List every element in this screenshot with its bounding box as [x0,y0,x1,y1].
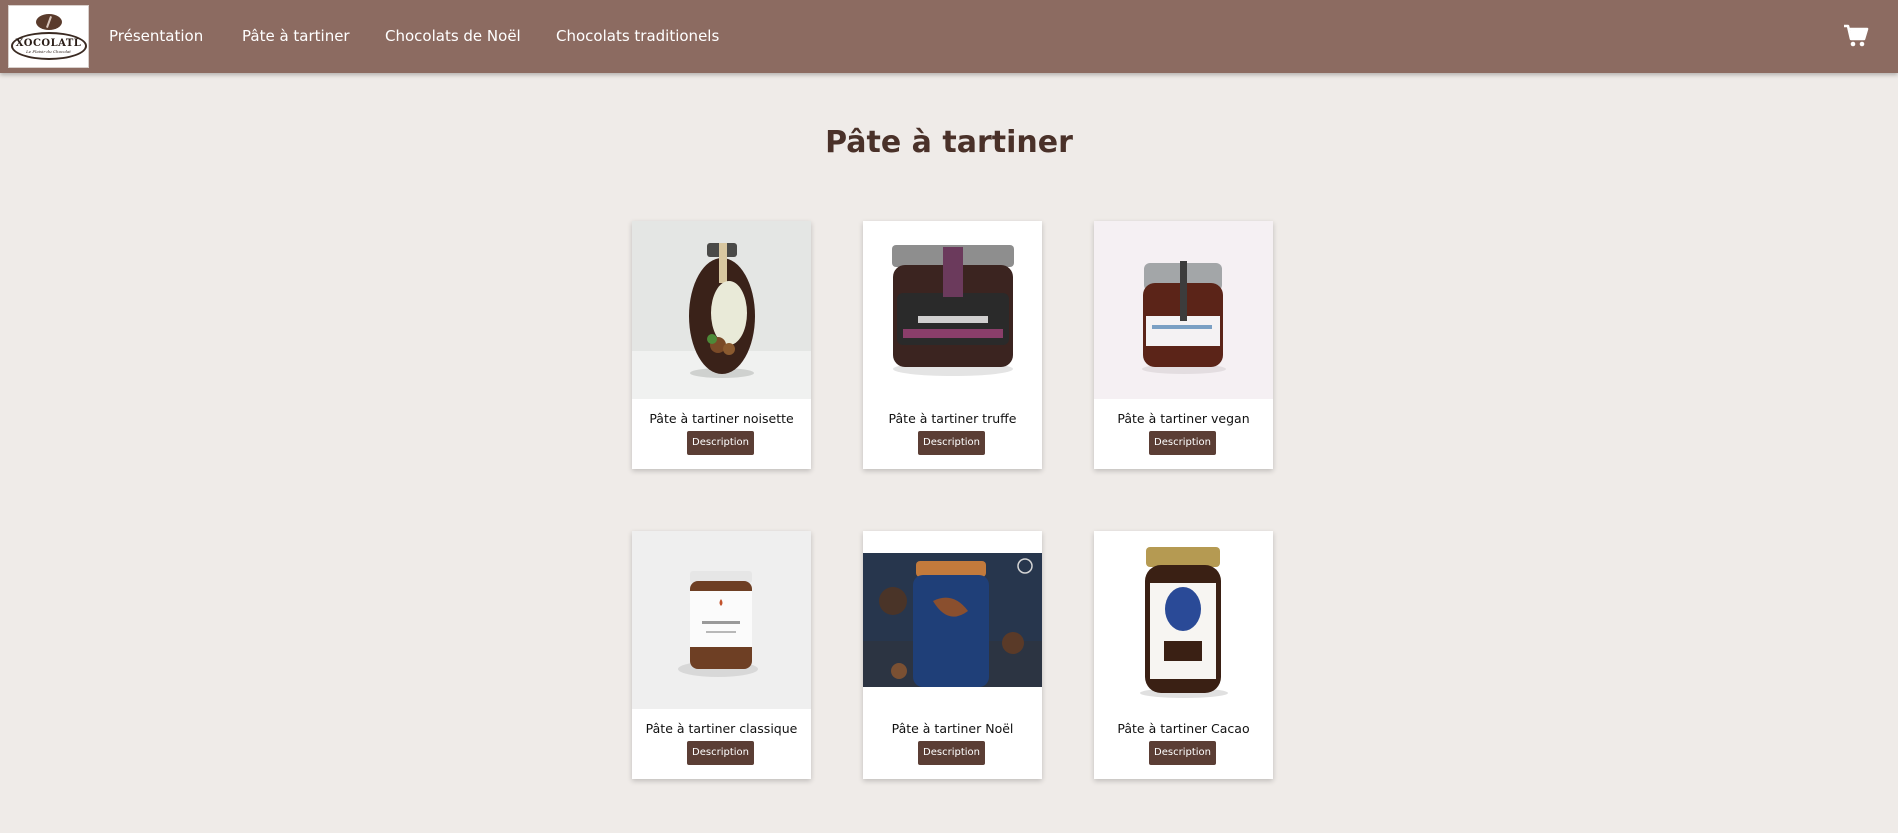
description-button[interactable]: Description [918,431,985,455]
nav-link-pate-a-tartiner[interactable]: Pâte à tartiner [242,27,350,45]
description-button[interactable]: Description [687,431,754,455]
nav-link-presentation[interactable]: Présentation [109,27,203,45]
product-card: Pâte à tartiner classique Description [632,531,811,779]
product-card: Pâte à tartiner Noël Description [863,531,1042,779]
brand-logo[interactable]: XOCOLATL Le Plaisir du Chocolat [8,5,89,68]
product-name: Pâte à tartiner truffe [888,411,1017,426]
logo-oval: XOCOLATL Le Plaisir du Chocolat [10,31,87,60]
product-name: Pâte à tartiner Cacao [1117,721,1250,736]
shopping-cart-icon[interactable] [1843,24,1869,48]
product-image[interactable] [632,221,811,399]
product-image[interactable] [863,221,1042,399]
description-button[interactable]: Description [1149,741,1216,765]
product-card: Pâte à tartiner vegan Description [1094,221,1273,469]
product-name: Pâte à tartiner vegan [1117,411,1250,426]
logo-subtext: Le Plaisir du Chocolat [26,48,71,54]
product-card: Pâte à tartiner noisette Description [632,221,811,469]
product-card: Pâte à tartiner Cacao Description [1094,531,1273,779]
product-card: Pâte à tartiner truffe Description [863,221,1042,469]
product-image[interactable] [863,531,1042,709]
description-button[interactable]: Description [687,741,754,765]
nav-link-chocolats-traditionels[interactable]: Chocolats traditionels [556,27,719,45]
nav-link-chocolats-de-noel[interactable]: Chocolats de Noël [385,27,521,45]
description-button[interactable]: Description [918,741,985,765]
top-navbar: XOCOLATL Le Plaisir du Chocolat Présenta… [0,0,1898,73]
product-name: Pâte à tartiner Noël [891,721,1014,736]
product-image[interactable] [632,531,811,709]
product-image[interactable] [1094,221,1273,399]
product-image[interactable] [1094,531,1273,709]
logo-text: XOCOLATL [15,37,82,49]
description-button[interactable]: Description [1149,431,1216,455]
cocoa-bean-icon [35,13,62,30]
product-name: Pâte à tartiner noisette [649,411,794,426]
page-title: Pâte à tartiner [825,125,1073,160]
product-name: Pâte à tartiner classique [645,721,798,736]
